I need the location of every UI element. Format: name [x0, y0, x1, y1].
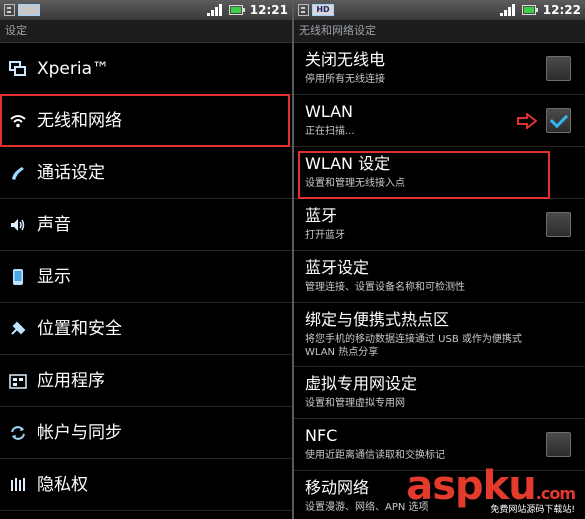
setting-summary: 停用所有无线连接 [305, 74, 385, 85]
sync-icon [11, 426, 25, 440]
screen-title: 设定 [0, 20, 292, 43]
status-clock: 12:22 [542, 3, 581, 17]
setting-bluetooth[interactable]: 蓝牙 打开蓝牙 [294, 199, 585, 251]
arrow-right-icon [517, 113, 537, 129]
settings-item-sound[interactable]: 声音 [0, 199, 292, 251]
settings-item-label: 应用程序 [37, 371, 105, 391]
setting-summary: 将您手机的移动数据连接通过 USB 或作为便携式 [305, 334, 522, 345]
status-clock: 12:21 [249, 3, 288, 17]
screen-title: 无线和网络设定 [294, 20, 585, 43]
settings-item-wireless[interactable]: 无线和网络 [0, 95, 292, 147]
setting-tethering-hotspot[interactable]: 绑定与便携式热点区 将您手机的移动数据连接通过 USB 或作为便携式 WLAN … [294, 303, 585, 367]
usb-debug-icon [298, 4, 309, 16]
setting-title: WLAN [305, 102, 354, 121]
settings-screen: 12:21 设定 Xperia™ 无线和网络 通话设定 声音 显示 位置和安全 … [0, 0, 292, 519]
setting-airplane-mode[interactable]: 关闭无线电 停用所有无线连接 [294, 43, 585, 95]
setting-summary: 管理连接、设置设备名称和可检测性 [305, 282, 465, 293]
site-watermark: aspku.com 免费网站源码下载站! [406, 463, 579, 515]
wrench-icon [11, 321, 26, 335]
battery-icon [228, 5, 245, 15]
watermark-tagline: 免费网站源码下载站! [488, 502, 577, 515]
display-icon [13, 269, 23, 285]
setting-title: NFC [305, 426, 338, 445]
setting-title: 虚拟专用网设定 [305, 374, 418, 393]
privacy-icon [11, 478, 25, 491]
signal-icon [499, 4, 516, 16]
settings-item-label: 通话设定 [37, 163, 105, 183]
setting-vpn[interactable]: 虚拟专用网设定 设置和管理虚拟专用网 [294, 367, 585, 419]
phone-icon [12, 167, 24, 180]
status-bar: HD 12:22 [294, 0, 585, 20]
setting-wlan-settings[interactable]: WLAN 设定 设置和管理无线接入点 [294, 147, 585, 199]
settings-item-label: 帐户与同步 [37, 423, 122, 443]
setting-summary: 设置和管理无线接入点 [305, 178, 405, 189]
wireless-network-screen: HD 12:22 无线和网络设定 关闭无线电 停用所有无线连接 WLAN 正在扫… [294, 0, 585, 519]
settings-item-privacy[interactable]: 隐私权 [0, 459, 292, 511]
status-bar: 12:21 [0, 0, 292, 20]
setting-title: 蓝牙 [305, 206, 338, 225]
setting-wlan[interactable]: WLAN 正在扫描... [294, 95, 585, 147]
settings-item-display[interactable]: 显示 [0, 251, 292, 303]
airplane-mode-checkbox[interactable] [546, 56, 571, 81]
setting-summary: 设置和管理虚拟专用网 [305, 398, 405, 409]
settings-item-call[interactable]: 通话设定 [0, 147, 292, 199]
wireless-settings-list: 关闭无线电 停用所有无线连接 WLAN 正在扫描... WLAN 设定 设置和管… [294, 43, 585, 519]
speaker-icon [11, 219, 25, 231]
settings-item-label: 隐私权 [37, 475, 88, 495]
settings-list: Xperia™ 无线和网络 通话设定 声音 显示 位置和安全 应用程序 帐户与同… [0, 43, 292, 511]
settings-item-label: 声音 [37, 215, 71, 235]
battery-icon [521, 5, 538, 15]
setting-bluetooth-settings[interactable]: 蓝牙设定 管理连接、设置设备名称和可检测性 [294, 251, 585, 303]
settings-item-label: 位置和安全 [37, 319, 122, 339]
bluetooth-checkbox[interactable] [546, 212, 571, 237]
usb-debug-icon [4, 4, 15, 16]
setting-summary: 打开蓝牙 [305, 230, 345, 241]
data-icon [18, 4, 40, 16]
signal-icon [206, 4, 223, 16]
setting-title: 蓝牙设定 [305, 258, 370, 277]
setting-title: 关闭无线电 [305, 50, 386, 69]
setting-summary: 正在扫描... [305, 126, 355, 137]
setting-summary: 使用近距离通信读取和交换标记 [305, 450, 445, 461]
data-icon: HD [312, 4, 334, 16]
settings-item-security[interactable]: 位置和安全 [0, 303, 292, 355]
setting-title: 绑定与便携式热点区 [305, 310, 450, 329]
settings-item-apps[interactable]: 应用程序 [0, 355, 292, 407]
settings-item-label: 显示 [37, 267, 71, 287]
setting-summary-line2: WLAN 热点分享 [305, 347, 379, 358]
settings-item-xperia[interactable]: Xperia™ [0, 43, 292, 95]
windows-icon [9, 61, 26, 76]
settings-item-label: 无线和网络 [37, 111, 122, 131]
setting-title: WLAN 设定 [305, 154, 391, 173]
setting-title: 移动网络 [305, 478, 370, 497]
wlan-checkbox[interactable] [546, 108, 571, 133]
nfc-checkbox[interactable] [546, 432, 571, 457]
settings-item-label: Xperia™ [37, 59, 110, 79]
apps-icon [9, 374, 27, 389]
settings-item-accounts[interactable]: 帐户与同步 [0, 407, 292, 459]
wifi-icon [10, 115, 26, 128]
